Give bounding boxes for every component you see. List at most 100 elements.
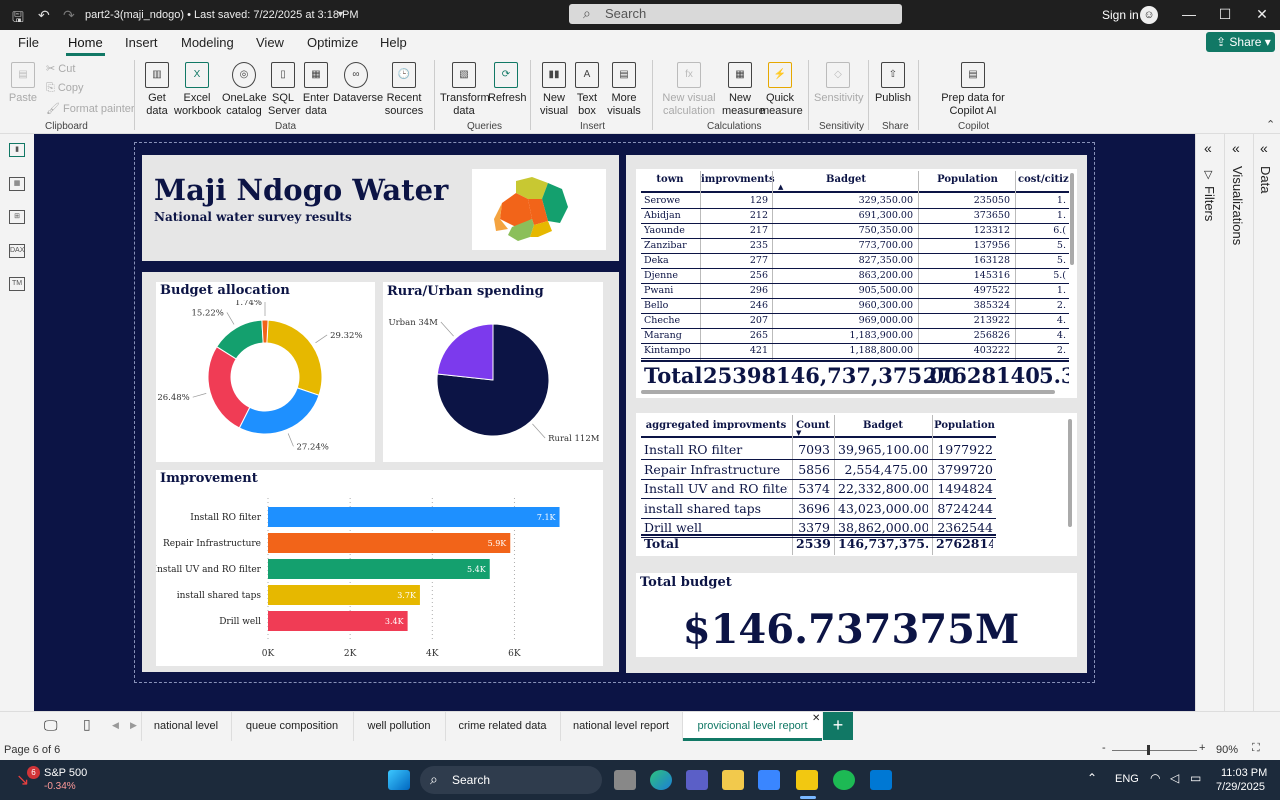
copy-button[interactable]: ⎘ Copy	[46, 82, 84, 95]
excel-workbook-button[interactable]: X Excel workbook	[174, 62, 221, 118]
more-visuals-button[interactable]: ▤ More visuals	[603, 62, 645, 118]
publish-button[interactable]: ⇧ Publish	[873, 62, 913, 105]
refresh-button[interactable]: ⟳ Refresh	[488, 62, 527, 105]
tab-crime-related-data[interactable]: crime related data	[445, 720, 560, 732]
pie-slice[interactable]	[261, 319, 269, 344]
tmdl-view-icon[interactable]: TM	[9, 277, 25, 291]
minimize-icon[interactable]: —	[1179, 6, 1199, 22]
teams-icon[interactable]	[686, 770, 708, 790]
paste-button[interactable]: ▤ Paste	[8, 62, 38, 105]
redo-icon[interactable]: ↷	[63, 7, 75, 24]
user-icon[interactable]: ☺	[1140, 6, 1158, 24]
recent-sources-button[interactable]: 🕒 Recent sources	[382, 62, 426, 118]
edge-icon[interactable]	[650, 770, 672, 790]
zoom-slider[interactable]	[1112, 750, 1197, 751]
tab-scroll-left-icon[interactable]: ◀	[112, 720, 119, 731]
pie-slice[interactable]	[266, 319, 323, 396]
aggregated-table-vscroll[interactable]	[1068, 419, 1072, 527]
menu-optimize[interactable]: Optimize	[307, 35, 358, 50]
zoom-in-icon[interactable]: +	[1199, 742, 1205, 754]
task-view-icon[interactable]	[614, 770, 636, 790]
add-page-button[interactable]: +	[823, 712, 853, 740]
sensitivity-button[interactable]: ◇ Sensitivity	[814, 62, 864, 105]
document-title[interactable]: part2-3(maji_ndogo) • Last saved: 7/22/2…	[85, 9, 359, 21]
pie-slice[interactable]	[238, 387, 320, 435]
undo-icon[interactable]: ↶	[38, 7, 50, 24]
close-icon[interactable]: ✕	[1252, 6, 1272, 23]
fit-to-page-icon[interactable]: ⛶	[1252, 742, 1260, 755]
zoom-slider-thumb[interactable]	[1147, 745, 1150, 755]
report-view-icon[interactable]: ▮	[9, 143, 25, 157]
search-input[interactable]: ⌕ Search	[569, 4, 902, 24]
menu-home[interactable]: Home	[66, 35, 105, 56]
text-box-button[interactable]: A Text box	[572, 62, 602, 118]
filters-pane-tab[interactable]: Filters	[1202, 186, 1217, 221]
tab-national-level[interactable]: national level	[141, 720, 231, 732]
close-tab-icon[interactable]: ✕	[812, 713, 820, 724]
data-pane-tab[interactable]: Data	[1258, 166, 1273, 193]
tab-queue-composition[interactable]: queue composition	[231, 720, 353, 732]
collapse-data-icon[interactable]: «	[1260, 140, 1268, 156]
taskbar-search[interactable]: ⌕ Search	[420, 766, 602, 794]
collapse-filters-icon[interactable]: «	[1204, 140, 1212, 156]
spotify-icon[interactable]	[833, 770, 855, 790]
onelake-catalog-button[interactable]: ◎ OneLake catalog	[222, 62, 267, 118]
new-visual-button[interactable]: ▮▮ New visual	[537, 62, 571, 118]
share-button[interactable]: ⇪ Share ▾	[1206, 32, 1275, 52]
desktop-layout-icon[interactable]: 🖵	[44, 717, 58, 734]
chevron-down-icon[interactable]: ▼	[336, 9, 345, 19]
enter-data-button[interactable]: ▦ Enter data	[300, 62, 332, 118]
clock-date[interactable]: 7/29/2025	[1216, 781, 1265, 793]
volume-icon[interactable]: ◁	[1170, 771, 1179, 785]
new-visual-calculation-button[interactable]: fx New visual calculation	[658, 62, 720, 118]
visualizations-pane-tab[interactable]: Visualizations	[1230, 166, 1245, 245]
transform-data-button[interactable]: ▧ Transform data	[440, 62, 490, 118]
menu-view[interactable]: View	[256, 35, 284, 50]
zoom-out-icon[interactable]: -	[1102, 742, 1106, 754]
power-bi-icon[interactable]	[796, 770, 818, 790]
model-view-icon[interactable]: ⊞	[9, 210, 25, 224]
store-icon[interactable]	[758, 770, 780, 790]
cut-button[interactable]: ✂ Cut	[46, 62, 75, 75]
dax-query-icon[interactable]: DAX	[9, 244, 25, 258]
town-table-vscroll[interactable]	[1070, 173, 1074, 265]
wifi-icon[interactable]: ◠	[1150, 771, 1160, 785]
menu-modeling[interactable]: Modeling	[181, 35, 234, 50]
pie-slice[interactable]	[436, 323, 494, 381]
sign-in-link[interactable]: Sign in	[1102, 8, 1139, 22]
battery-icon[interactable]: ▭	[1190, 771, 1201, 785]
save-icon[interactable]: 🖫	[12, 7, 24, 31]
collapse-visualizations-icon[interactable]: «	[1232, 140, 1240, 156]
mobile-layout-icon[interactable]: ▯	[83, 716, 91, 733]
menu-help[interactable]: Help	[380, 35, 407, 50]
chevron-up-icon[interactable]: ⌃	[1087, 771, 1097, 785]
file-explorer-icon[interactable]	[722, 770, 744, 790]
quick-measure-button[interactable]: ⚡ Quick measure	[760, 62, 803, 118]
windows-start-icon[interactable]	[388, 770, 410, 790]
tab-national-level-report[interactable]: national level report	[560, 720, 682, 732]
maximize-icon[interactable]: ☐	[1215, 6, 1235, 23]
app-icon[interactable]	[870, 770, 892, 790]
get-data-button[interactable]: ▥ Get data	[140, 62, 174, 118]
pie-slice[interactable]	[207, 346, 251, 429]
bar[interactable]	[268, 507, 560, 527]
town-table-hscroll[interactable]	[641, 390, 1055, 394]
tab-well-pollution[interactable]: well pollution	[353, 720, 445, 732]
clock-time[interactable]: 11:03 PM	[1221, 767, 1267, 779]
new-measure-button[interactable]: ▦ New measure	[722, 62, 765, 118]
collapse-ribbon-icon[interactable]: ⌃	[1266, 118, 1275, 131]
zoom-level[interactable]: 90%	[1216, 744, 1238, 756]
format-painter-button[interactable]: 🖌 Format painter	[46, 102, 135, 115]
tab-scroll-right-icon[interactable]: ▶	[130, 720, 137, 731]
bar[interactable]	[268, 533, 511, 553]
table-view-icon[interactable]: ▦	[9, 177, 25, 191]
menu-file[interactable]: File	[18, 35, 39, 50]
stock-ticker[interactable]: S&P 500	[44, 767, 87, 779]
language-indicator[interactable]: ENG	[1115, 773, 1139, 785]
prep-data-copilot-button[interactable]: ▤ Prep data for Copilot AI	[923, 62, 1023, 118]
tab-provicional-level-report[interactable]: provicional level report ✕	[683, 712, 822, 741]
sql-server-button[interactable]: ▯ SQL Server	[268, 62, 300, 118]
bar[interactable]	[268, 559, 490, 579]
menu-insert[interactable]: Insert	[125, 35, 158, 50]
dataverse-button[interactable]: ∞ Dataverse	[333, 62, 383, 105]
